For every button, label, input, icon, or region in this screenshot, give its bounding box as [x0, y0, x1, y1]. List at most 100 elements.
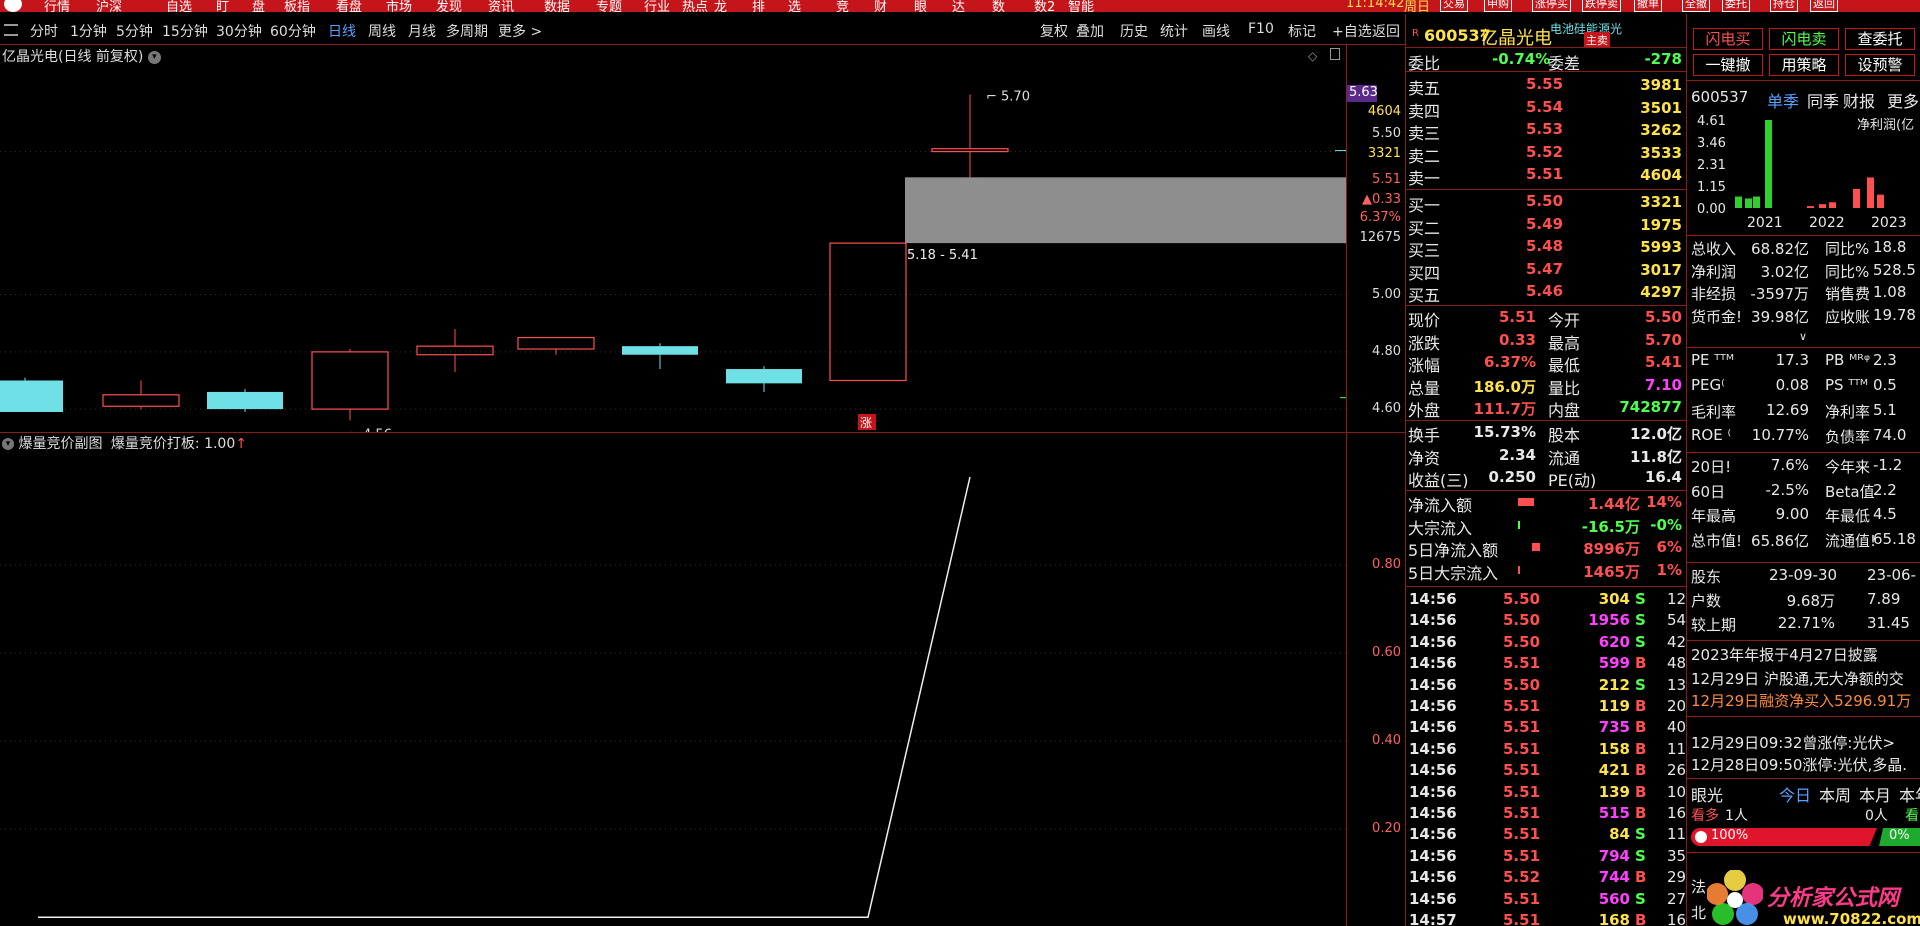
trade-button[interactable]: 申购	[1484, 0, 1512, 12]
timeframe-tab[interactable]: 15分钟	[162, 21, 208, 41]
menu-item[interactable]: 专题	[596, 0, 622, 12]
trade-button[interactable]: 交易	[1440, 0, 1468, 12]
fin-tab[interactable]: 同季	[1807, 88, 1839, 112]
timeframe-tab[interactable]: 1分钟	[70, 21, 107, 41]
info-value: 11.8亿	[1629, 447, 1682, 466]
ask-price[interactable]: 5.55	[1526, 75, 1563, 93]
fin-tab[interactable]: 更多	[1887, 88, 1919, 112]
ask-price[interactable]: 5.51	[1526, 165, 1563, 183]
action-button[interactable]: 闪电买	[1693, 28, 1763, 50]
subchart-dropdown-icon[interactable]: ▾	[2, 438, 14, 450]
menu-item[interactable]: 财	[874, 0, 887, 12]
timeframe-tab[interactable]: 5分钟	[116, 21, 153, 41]
menu-item[interactable]: 盯	[216, 0, 229, 12]
fin-tab[interactable]: 单季	[1767, 88, 1799, 112]
trade-button[interactable]: 持仓	[1770, 0, 1798, 12]
menu-item[interactable]: 行业	[644, 0, 670, 12]
chart-tool-button[interactable]: F10	[1248, 21, 1274, 37]
tick-side: B	[1635, 868, 1647, 887]
menu-item[interactable]: 盘	[252, 0, 265, 12]
bear-pct: 0%	[1889, 828, 1910, 843]
menu-item[interactable]: 选	[788, 0, 801, 12]
bid-price[interactable]: 5.48	[1526, 237, 1563, 255]
bid-price[interactable]: 5.49	[1526, 215, 1563, 233]
menu-item[interactable]: 行情	[44, 0, 70, 12]
menu-item[interactable]: 发现	[436, 0, 462, 12]
menu-item[interactable]: 竞	[836, 0, 849, 12]
app-menu-icon[interactable]	[4, 24, 18, 36]
menu-item[interactable]: 眼	[914, 0, 927, 12]
menu-item[interactable]: 资讯	[488, 0, 514, 12]
news-item[interactable]: 12月29日融资净买入5296.91万	[1691, 690, 1911, 711]
news-item[interactable]: 12月29日09:32曾涨停:光伏>	[1691, 732, 1895, 753]
eye-tab[interactable]: 本月	[1859, 782, 1891, 806]
eye-tab[interactable]: 本年	[1899, 782, 1920, 806]
menu-item[interactable]: 看盘	[336, 0, 362, 12]
expand-chevron-icon[interactable]: ∨	[1799, 330, 1807, 343]
menu-item[interactable]: 数	[992, 0, 1005, 12]
trade-tick-row: 14:56 5.50 304 S 12	[1409, 590, 1686, 611]
bid-price[interactable]: 5.50	[1526, 192, 1563, 210]
trade-button[interactable]: 返回	[1810, 0, 1838, 12]
menu-item[interactable]: 数2	[1034, 0, 1055, 12]
menu-item[interactable]: 排	[752, 0, 765, 12]
trade-tick-row: 14:56 5.51 599 B 48	[1409, 654, 1686, 675]
trade-button[interactable]: 涨停买	[1532, 0, 1571, 12]
chart-maximize-icon[interactable]	[1330, 48, 1340, 60]
tick-count: 35	[1667, 846, 1687, 865]
menu-item[interactable]: 数据	[544, 0, 570, 12]
timeframe-tab[interactable]: 多周期	[446, 21, 488, 41]
menu-item[interactable]: 热点	[682, 0, 708, 12]
menu-item[interactable]: 达	[952, 0, 965, 12]
chart-tool-button[interactable]: 复权	[1040, 21, 1068, 41]
menu-item[interactable]: 板指	[284, 0, 310, 12]
timeframe-tab[interactable]: 月线	[408, 21, 436, 41]
timeframe-tab[interactable]: 更多 >	[498, 21, 542, 41]
action-button[interactable]: 用策略	[1769, 54, 1839, 76]
action-button[interactable]: 查委托	[1845, 28, 1915, 50]
trade-button[interactable]: 跌停卖	[1582, 0, 1621, 12]
tick-time: 14:57	[1409, 911, 1457, 926]
news-item[interactable]: 12月29日 沪股通,无大净额的交	[1691, 668, 1904, 689]
ask-price[interactable]: 5.54	[1526, 98, 1563, 116]
timeframe-tab[interactable]: 30分钟	[216, 21, 262, 41]
ask-price[interactable]: 5.52	[1526, 143, 1563, 161]
trade-button[interactable]: 全撤	[1682, 0, 1710, 12]
bid-price[interactable]: 5.47	[1526, 260, 1563, 278]
trade-button[interactable]: 委托	[1722, 0, 1750, 12]
trade-button[interactable]: 撤单	[1634, 0, 1662, 12]
news-item[interactable]: 12月28日09:50涨停:光伏,多晶.	[1691, 754, 1907, 775]
divider	[1687, 778, 1920, 779]
action-button[interactable]: 闪电卖	[1769, 28, 1839, 50]
fin-tab[interactable]: 财报	[1843, 88, 1875, 112]
chart-tool-button[interactable]: 标记	[1288, 21, 1316, 41]
menu-item[interactable]: 智能	[1068, 0, 1094, 12]
timeframe-tab[interactable]: 日线	[328, 21, 356, 41]
action-button[interactable]: 一键撤	[1693, 54, 1763, 76]
chart-tool-button[interactable]: 叠加	[1076, 21, 1104, 41]
timeframe-tab[interactable]: 周线	[368, 21, 396, 41]
chart-tool-button[interactable]: 画线	[1202, 21, 1230, 41]
indicator-subchart[interactable]	[0, 455, 1346, 926]
menu-item[interactable]: 沪深	[96, 0, 122, 12]
weekday: 周日	[1404, 0, 1431, 12]
bid-price[interactable]: 5.46	[1526, 282, 1563, 300]
eye-tab[interactable]: 本周	[1819, 782, 1851, 806]
divider	[1406, 586, 1686, 587]
divider	[1687, 235, 1920, 236]
app-logo[interactable]	[4, 0, 22, 12]
chart-tool-button[interactable]: 历史	[1120, 21, 1148, 41]
menu-item[interactable]: 龙	[714, 0, 727, 12]
news-item[interactable]: 2023年年报于4月27日披露	[1691, 644, 1878, 665]
chart-tool-button[interactable]: 统计	[1160, 21, 1188, 41]
candlestick-chart[interactable]: ⌐ 5.70 ← 4.56 5.18 - 5.41 涨	[0, 60, 1346, 432]
menu-item[interactable]: 自选	[166, 0, 192, 12]
timeframe-tab[interactable]: 60分钟	[270, 21, 316, 41]
timeframe-tab[interactable]: 分时	[30, 21, 58, 41]
action-button[interactable]: 设预警	[1845, 54, 1915, 76]
chart-tool-button[interactable]: 返回	[1372, 21, 1400, 41]
ask-price[interactable]: 5.53	[1526, 120, 1563, 138]
chart-tool-button[interactable]: +自选	[1332, 21, 1372, 41]
menu-item[interactable]: 市场	[386, 0, 412, 12]
eye-tab[interactable]: 今日	[1779, 782, 1811, 806]
